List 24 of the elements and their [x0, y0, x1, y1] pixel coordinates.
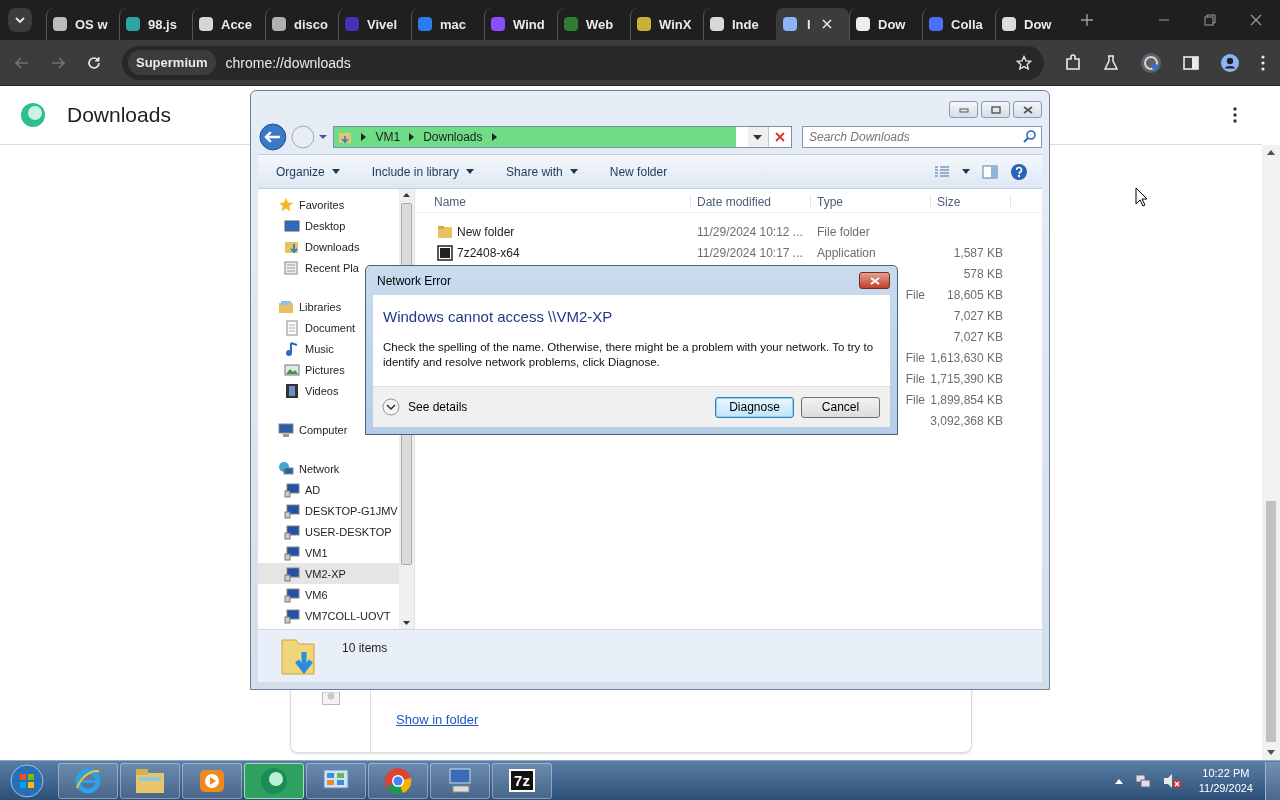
- type-cell: File: [905, 371, 925, 386]
- size-cell: 1,715,390 KB: [930, 371, 1003, 386]
- date-cell: 11/29/2024 10:12 ...: [697, 224, 803, 239]
- type-cell: Application: [817, 245, 876, 260]
- type-cell: File folder: [817, 224, 870, 239]
- page-title: Downloads: [67, 103, 171, 127]
- size-cell: 578 KB: [963, 266, 1003, 281]
- size-cell: 1,613,630 KB: [930, 350, 1003, 365]
- size-cell: 18,605 KB: [946, 287, 1003, 302]
- dialog-message: Check the spelling of the name. Otherwise, there might be a problem with your network. To try to identify and resolve network problems, click Diagnose.: [383, 340, 875, 370]
- size-cell: 1,587 KB: [953, 245, 1003, 260]
- url-text: chrome://downloads: [225, 54, 351, 71]
- type-cell: File: [905, 392, 925, 407]
- date-cell: 11/29/2024 10:17 ...: [697, 245, 803, 260]
- type-cell: File: [905, 350, 925, 365]
- type-cell: File: [905, 287, 925, 302]
- item-count: 10 items: [342, 641, 388, 655]
- size-cell: 7,027 KB: [953, 308, 1003, 323]
- dialog-title: Network Error: [377, 273, 451, 288]
- size-cell: 3,092,368 KB: [930, 413, 1003, 428]
- size-cell: 1,899,854 KB: [930, 392, 1003, 407]
- dialog-heading: Windows cannot access \\VM2-XP: [383, 308, 614, 325]
- archive-icon: 7z: [509, 769, 535, 792]
- size-cell: 7,027 KB: [953, 329, 1003, 344]
